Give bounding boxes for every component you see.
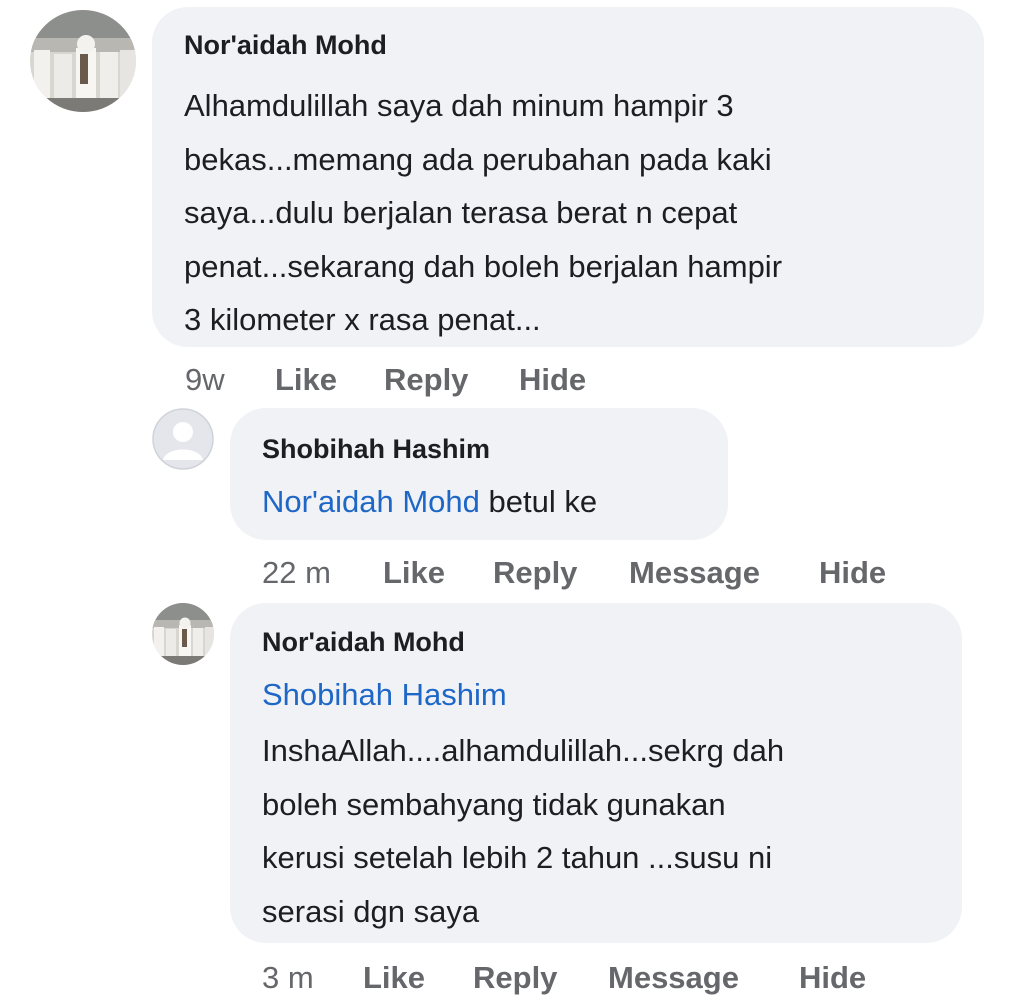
like-button[interactable]: Like xyxy=(383,555,445,591)
reply-button[interactable]: Reply xyxy=(493,555,577,591)
comment-text-line: Alhamdulillah saya dah minum hampir 3 xyxy=(184,88,734,123)
reply-text-content: betul ke xyxy=(488,484,598,519)
reply-text: Nor'aidah Mohd betul ke xyxy=(262,484,597,520)
reply-button[interactable]: Reply xyxy=(384,362,468,398)
reply-button[interactable]: Reply xyxy=(473,960,557,996)
reply-timestamp[interactable]: 22 m xyxy=(262,555,331,591)
profile-photo-icon xyxy=(30,10,136,112)
message-button[interactable]: Message xyxy=(629,555,760,591)
reply-timestamp[interactable]: 3 m xyxy=(262,960,314,996)
reply-bubble: Nor'aidah Mohd Shobihah Hashim InshaAlla… xyxy=(230,603,962,943)
like-button[interactable]: Like xyxy=(275,362,337,398)
message-button[interactable]: Message xyxy=(608,960,739,996)
reply-author[interactable]: Shobihah Hashim xyxy=(262,434,490,465)
hide-button[interactable]: Hide xyxy=(819,555,886,591)
comment-text: Alhamdulillah saya dah minum hampir 3 be… xyxy=(184,79,782,347)
comment-author[interactable]: Nor'aidah Mohd xyxy=(184,30,387,61)
avatar-shobihah-default[interactable] xyxy=(152,408,214,470)
comment-text-line: bekas...memang ada perubahan pada kaki xyxy=(184,141,772,177)
comment-text-line: penat...sekarang dah boleh berjalan hamp… xyxy=(184,248,783,284)
comment-text-line: 3 kilometer x rasa penat... xyxy=(184,302,541,337)
hide-button[interactable]: Hide xyxy=(799,960,866,996)
avatar-noraidah-photo[interactable] xyxy=(152,603,214,665)
reply-author[interactable]: Nor'aidah Mohd xyxy=(262,627,465,658)
default-avatar-icon xyxy=(152,408,214,470)
mention-link[interactable]: Nor'aidah Mohd xyxy=(262,484,480,519)
reply-text-line: InshaAllah....alhamdulillah...sekrg dah xyxy=(262,733,785,768)
comment-timestamp[interactable]: 9w xyxy=(185,362,225,398)
hide-button[interactable]: Hide xyxy=(519,362,586,398)
comment-bubble: Nor'aidah Mohd Alhamdulillah saya dah mi… xyxy=(152,7,984,347)
reply-text-line: serasi dgn saya xyxy=(262,893,480,929)
profile-photo-icon xyxy=(152,603,214,665)
comment-text-line: saya...dulu berjalan terasa berat n cepa… xyxy=(184,195,738,230)
reply-text-line: boleh sembahyang tidak gunakan xyxy=(262,786,726,822)
mention-link[interactable]: Shobihah Hashim xyxy=(262,677,507,713)
reply-text: InshaAllah....alhamdulillah...sekrg dah … xyxy=(262,724,784,938)
like-button[interactable]: Like xyxy=(363,960,425,996)
reply-bubble: Shobihah Hashim Nor'aidah Mohd betul ke xyxy=(230,408,728,540)
reply-text-line: kerusi setelah lebih 2 tahun ...susu ni xyxy=(262,840,773,875)
avatar-noraidah-photo[interactable] xyxy=(30,10,136,112)
